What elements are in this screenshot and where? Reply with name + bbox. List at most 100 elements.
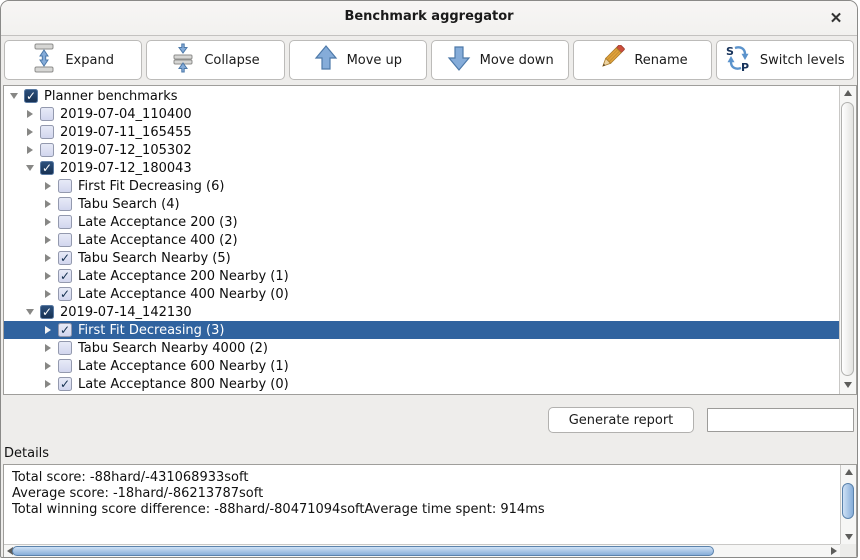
details-label: Details xyxy=(4,446,49,461)
tree-checkbox[interactable]: ✓ xyxy=(24,89,38,103)
tree-row[interactable]: Late Acceptance 200 (3) xyxy=(4,213,839,231)
tree-checkbox[interactable] xyxy=(58,359,72,373)
tree-row[interactable]: Tabu Search (4) xyxy=(4,195,839,213)
tree-row[interactable]: Late Acceptance 400 (2) xyxy=(4,231,839,249)
scroll-down-icon[interactable] xyxy=(840,378,856,392)
tree-checkbox[interactable] xyxy=(40,125,54,139)
expand-button-label: Expand xyxy=(65,53,114,68)
move-up-button[interactable]: Move up xyxy=(289,40,427,80)
tree-row[interactable]: ✓ 2019-07-12_180043 xyxy=(4,159,839,177)
details-hscrollbar-thumb[interactable] xyxy=(12,546,714,556)
expand-arrow-icon[interactable] xyxy=(41,325,54,335)
tree-checkbox[interactable]: ✓ xyxy=(58,377,72,391)
rename-button[interactable]: Rename xyxy=(573,40,711,80)
benchmark-tree-rows: ✓Planner benchmarks2019-07-04_1104002019… xyxy=(4,87,839,394)
tree-checkbox[interactable] xyxy=(58,215,72,229)
pencil-icon xyxy=(597,45,625,75)
tree-checkbox[interactable]: ✓ xyxy=(58,251,72,265)
move-down-button[interactable]: Move down xyxy=(431,40,569,80)
expand-arrow-icon[interactable] xyxy=(41,253,54,263)
expand-arrow-icon[interactable] xyxy=(41,379,54,389)
tree-vertical-scrollbar[interactable] xyxy=(839,86,856,394)
expand-arrow-icon[interactable] xyxy=(23,127,36,137)
expand-arrow-icon[interactable] xyxy=(41,343,54,353)
collapse-arrow-icon[interactable] xyxy=(23,163,36,173)
tree-row[interactable]: ✓ 2019-07-14_142130 xyxy=(4,303,839,321)
tree-row[interactable]: 2019-07-12_105302 xyxy=(4,141,839,159)
collapse-button[interactable]: Collapse xyxy=(146,40,284,80)
expand-arrow-icon[interactable] xyxy=(41,199,54,209)
tree-scrollbar-thumb[interactable] xyxy=(841,102,854,376)
tree-row[interactable]: ✓Late Acceptance 800 Nearby (0) xyxy=(4,375,839,393)
tree-item-label: First Fit Decreasing (3) xyxy=(78,323,224,338)
tree-row[interactable]: 2019-07-04_110400 xyxy=(4,105,839,123)
tree-item-label: First Fit Decreasing (6) xyxy=(78,179,224,194)
winning-score-line: Total winning score difference: -88hard/… xyxy=(12,502,836,518)
tree-item-label: Late Acceptance 200 Nearby (1) xyxy=(78,269,289,284)
tree-row[interactable]: ✓ Late Acceptance 400 Nearby (0) xyxy=(4,285,839,303)
scroll-up-icon[interactable] xyxy=(841,465,856,479)
tree-checkbox[interactable]: ✓ xyxy=(58,269,72,283)
move-down-icon xyxy=(447,44,471,76)
expand-button[interactable]: Expand xyxy=(4,40,142,80)
tree-checkbox[interactable]: ✓ xyxy=(58,287,72,301)
tree-item-label: Late Acceptance 400 (2) xyxy=(78,233,238,248)
scrollbar-corner xyxy=(840,544,856,557)
tree-item-label: Tabu Search Nearby 4000 (2) xyxy=(78,341,268,356)
expand-arrow-icon[interactable] xyxy=(41,181,54,191)
scroll-up-icon[interactable] xyxy=(840,86,856,100)
scroll-right-icon[interactable] xyxy=(828,545,840,557)
rename-button-label: Rename xyxy=(634,53,687,68)
switch-levels-button[interactable]: S P Switch levels xyxy=(716,40,854,80)
details-horizontal-scrollbar[interactable] xyxy=(4,544,840,557)
tree-checkbox[interactable] xyxy=(58,341,72,355)
tree-item-label: 2019-07-12_180043 xyxy=(60,161,192,176)
tree-row[interactable]: ✓Tabu Search Nearby (5) xyxy=(4,249,839,267)
tree-row[interactable]: ✓Planner benchmarks xyxy=(4,87,839,105)
details-vscrollbar-thumb[interactable] xyxy=(842,483,854,519)
expand-arrow-icon[interactable] xyxy=(41,235,54,245)
tree-row[interactable]: First Fit Decreasing (6) xyxy=(4,177,839,195)
tree-row[interactable]: ✓ First Fit Decreasing (3) xyxy=(4,321,839,339)
tree-checkbox[interactable]: ✓ xyxy=(40,161,54,175)
expand-arrow-icon[interactable] xyxy=(41,361,54,371)
report-name-input[interactable] xyxy=(707,408,854,432)
close-icon[interactable]: ✕ xyxy=(825,7,847,29)
tree-item-label: 2019-07-12_105302 xyxy=(60,143,192,158)
average-score-line: Average score: -18hard/-86213787soft xyxy=(12,486,836,502)
tree-item-label: 2019-07-14_142130 xyxy=(60,305,192,320)
tree-checkbox[interactable] xyxy=(58,233,72,247)
tree-row[interactable]: Late Acceptance 600 Nearby (1) xyxy=(4,357,839,375)
move-up-icon xyxy=(314,44,338,76)
expand-arrow-icon[interactable] xyxy=(23,109,36,119)
benchmark-tree-panel: ✓Planner benchmarks2019-07-04_1104002019… xyxy=(3,85,857,395)
switch-levels-button-label: Switch levels xyxy=(760,53,845,68)
tree-item-label: Late Acceptance 200 (3) xyxy=(78,215,238,230)
tree-item-label: Late Acceptance 400 Nearby (0) xyxy=(78,287,289,302)
tree-row[interactable]: 2019-07-11_165455 xyxy=(4,123,839,141)
svg-text:P: P xyxy=(741,61,749,72)
move-down-button-label: Move down xyxy=(480,53,554,68)
expand-arrow-icon[interactable] xyxy=(41,217,54,227)
expand-arrow-icon[interactable] xyxy=(41,289,54,299)
tree-row[interactable]: Tabu Search Nearby 4000 (2) xyxy=(4,339,839,357)
expand-arrow-icon[interactable] xyxy=(41,271,54,281)
tree-checkbox[interactable] xyxy=(40,143,54,157)
tree-checkbox[interactable] xyxy=(58,179,72,193)
tree-row[interactable]: ✓ Late Acceptance 200 Nearby (1) xyxy=(4,267,839,285)
toolbar: Expand Collapse Move up xyxy=(4,40,854,80)
tree-checkbox[interactable]: ✓ xyxy=(40,305,54,319)
switch-levels-icon: S P xyxy=(725,44,751,76)
tree-checkbox[interactable] xyxy=(58,197,72,211)
scroll-down-icon[interactable] xyxy=(841,530,856,544)
collapse-arrow-icon[interactable] xyxy=(7,91,20,101)
details-vertical-scrollbar[interactable] xyxy=(840,465,856,544)
total-score-line: Total score: -88hard/-431068933soft xyxy=(12,470,836,486)
expand-arrow-icon[interactable] xyxy=(23,145,36,155)
tree-checkbox[interactable]: ✓ xyxy=(58,323,72,337)
tree-checkbox[interactable] xyxy=(40,107,54,121)
generate-report-button[interactable]: Generate report xyxy=(548,407,694,433)
details-text: Total score: -88hard/-431068933soft Aver… xyxy=(12,470,836,518)
move-up-button-label: Move up xyxy=(347,53,403,68)
collapse-arrow-icon[interactable] xyxy=(23,307,36,317)
